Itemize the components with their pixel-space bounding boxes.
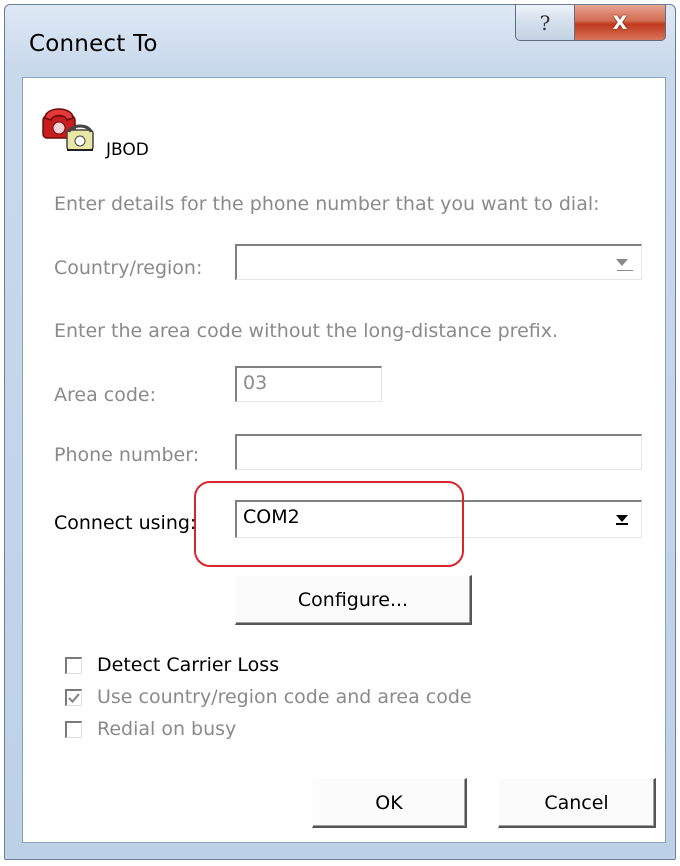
use-country-code-label: Use country/region code and area code xyxy=(97,686,472,708)
check-icon xyxy=(68,693,80,704)
close-button[interactable]: X xyxy=(574,5,666,41)
connect-to-dialog: Connect To ? X JBOD Enter details for th… xyxy=(4,4,676,860)
phone-connection-icon xyxy=(42,108,94,151)
help-button[interactable]: ? xyxy=(515,5,575,41)
redial-on-busy-label: Redial on busy xyxy=(97,718,237,740)
area-code-label: Area code: xyxy=(54,384,156,406)
ok-button-label: OK xyxy=(375,791,403,814)
cancel-button-label: Cancel xyxy=(544,791,609,814)
configure-button-label: Configure... xyxy=(297,588,409,611)
area-code-value: 03 xyxy=(243,372,268,394)
ok-button[interactable]: OK xyxy=(312,778,467,828)
connection-name: JBOD xyxy=(106,140,149,160)
country-region-label: Country/region: xyxy=(54,257,203,279)
dialog-body: JBOD Enter details for the phone number … xyxy=(22,77,666,843)
phone-number-label: Phone number: xyxy=(54,444,200,466)
chevron-down-icon[interactable] xyxy=(611,502,633,537)
help-icon: ? xyxy=(539,10,551,35)
use-country-code-checkbox[interactable] xyxy=(65,689,82,706)
phone-number-input[interactable] xyxy=(235,434,642,470)
connect-using-label: Connect using: xyxy=(54,512,197,534)
area-code-hint-text: Enter the area code without the long-dis… xyxy=(54,320,559,342)
close-icon: X xyxy=(612,11,628,34)
redial-on-busy-checkbox[interactable] xyxy=(65,721,82,738)
detect-carrier-loss-label: Detect Carrier Loss xyxy=(97,654,280,676)
chevron-down-icon[interactable] xyxy=(611,246,633,279)
country-region-select[interactable] xyxy=(235,244,642,280)
highlight-annotation xyxy=(194,481,464,567)
window-title: Connect To xyxy=(29,31,158,57)
area-code-input[interactable]: 03 xyxy=(235,366,382,402)
title-bar[interactable]: Connect To ? X xyxy=(5,5,675,75)
detect-carrier-loss-checkbox[interactable] xyxy=(65,657,82,674)
configure-button[interactable]: Configure... xyxy=(235,575,472,625)
dial-details-text: Enter details for the phone number that … xyxy=(54,193,600,215)
cancel-button[interactable]: Cancel xyxy=(498,778,656,828)
